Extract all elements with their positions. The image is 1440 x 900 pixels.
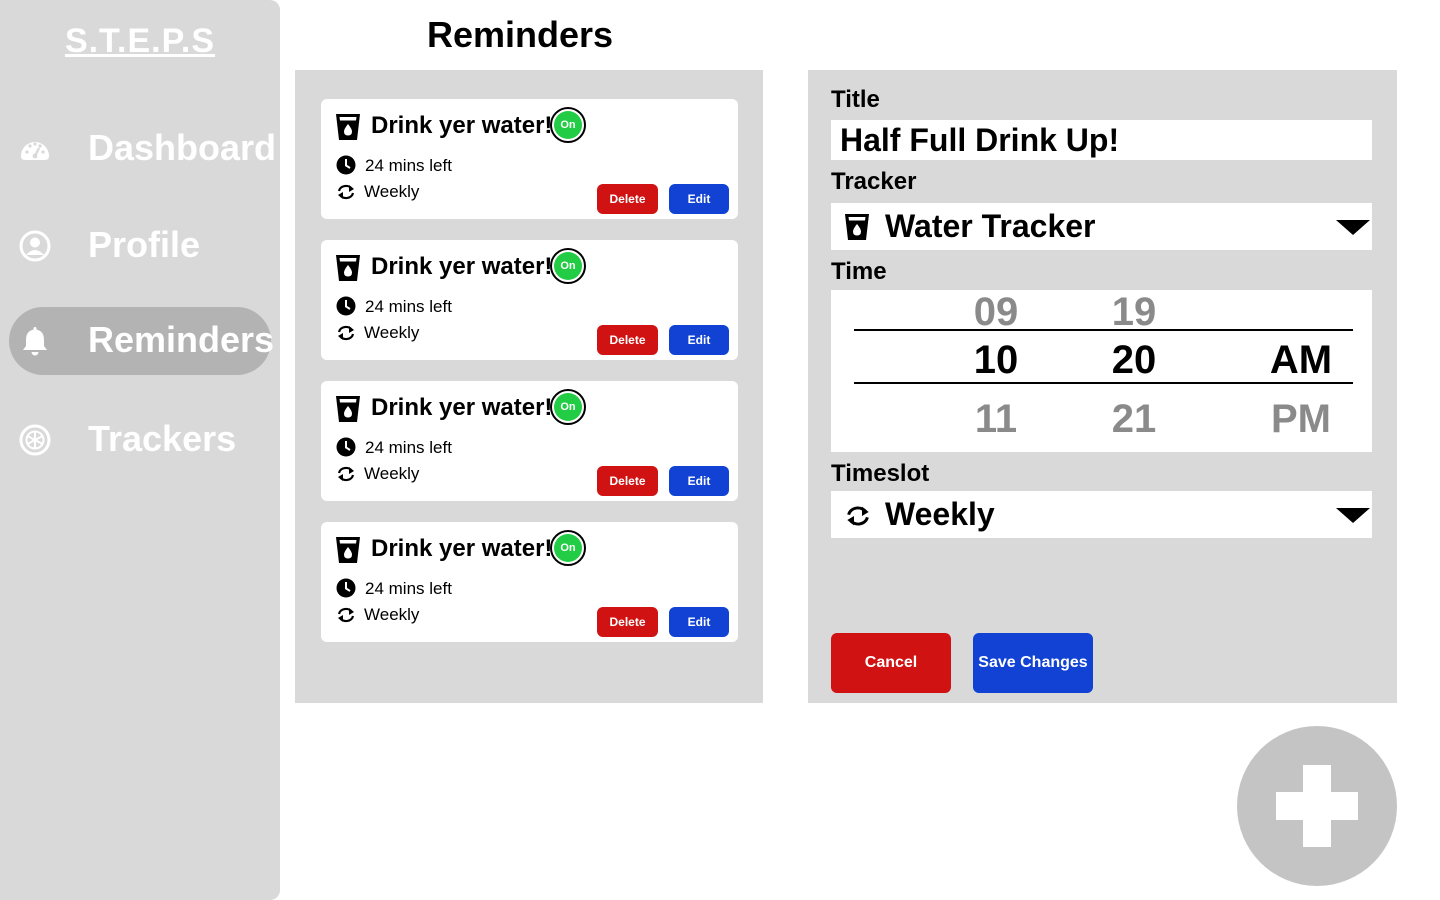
chevron-down-icon[interactable] [1336, 508, 1370, 523]
sidebar-item-label: Dashboard [88, 127, 277, 168]
tracker-select-value: Water Tracker [885, 208, 1096, 244]
save-changes-button[interactable]: Save Changes [973, 633, 1093, 693]
time-picker[interactable]: 09 19 10 20 AM 11 21 PM [831, 290, 1372, 452]
reminder-frequency: Weekly [364, 182, 420, 201]
plus-icon [1276, 765, 1358, 847]
edit-button[interactable]: Edit [669, 466, 729, 496]
period-next[interactable]: PM [1256, 397, 1346, 442]
title-label: Title [831, 86, 880, 113]
minute-selected[interactable]: 20 [1089, 338, 1179, 383]
timeslot-label: Timeslot [831, 460, 930, 487]
reminder-time-left: 24 mins left [365, 156, 452, 175]
toggle-label: On [554, 534, 582, 562]
delete-button[interactable]: Delete [597, 184, 658, 214]
toggle-label: On [554, 393, 582, 421]
reminder-time-left: 24 mins left [365, 579, 452, 598]
add-reminder-button[interactable] [1237, 726, 1397, 886]
cancel-button[interactable]: Cancel [831, 633, 951, 693]
edit-reminder-form: Title Half Full Drink Up! Tracker Water … [808, 70, 1397, 703]
delete-button[interactable]: Delete [597, 325, 658, 355]
delete-button[interactable]: Delete [597, 607, 658, 637]
title-input[interactable]: Half Full Drink Up! [831, 120, 1372, 160]
reminder-card[interactable]: Drink yer water! On 24 mins left Weekly … [321, 381, 738, 501]
reminder-toggle[interactable]: On [550, 530, 586, 566]
reminder-list: Drink yer water! On 24 mins left Weekly … [295, 70, 763, 703]
reminder-card[interactable]: Drink yer water! On 24 mins left Weekly … [321, 99, 738, 219]
reminder-card[interactable]: Drink yer water! On 24 mins left Weekly … [321, 240, 738, 360]
time-label: Time [831, 258, 887, 285]
repeat-icon [337, 607, 355, 623]
clock-icon [336, 155, 356, 175]
profile-user-icon [19, 230, 51, 262]
sidebar-item-label: Reminders [88, 319, 275, 360]
reminder-toggle[interactable]: On [550, 389, 586, 425]
water-cup-icon [336, 114, 360, 140]
clock-icon [336, 437, 356, 457]
edit-button[interactable]: Edit [669, 184, 729, 214]
water-cup-icon [845, 214, 869, 240]
delete-button[interactable]: Delete [597, 466, 658, 496]
reminder-frequency: Weekly [364, 464, 420, 483]
reminder-time-left: 24 mins left [365, 438, 452, 457]
trackers-aperture-icon [19, 424, 51, 456]
reminder-title: Drink yer water! [371, 253, 553, 280]
reminder-frequency: Weekly [364, 323, 420, 342]
sidebar-item-reminders[interactable]: Reminders [9, 307, 275, 375]
reminder-title: Drink yer water! [371, 394, 553, 421]
edit-button[interactable]: Edit [669, 607, 729, 637]
picker-divider [854, 329, 1353, 331]
sidebar-item-label: Profile [88, 224, 201, 265]
hour-selected[interactable]: 10 [951, 338, 1041, 383]
sidebar-item-trackers[interactable]: Trackers [9, 406, 271, 474]
bell-icon [23, 327, 47, 356]
app-logo[interactable]: S.T.E.P.S [0, 22, 280, 61]
reminder-card[interactable]: Drink yer water! On 24 mins left Weekly … [321, 522, 738, 642]
picker-divider [854, 382, 1353, 384]
period-selected[interactable]: AM [1256, 338, 1346, 383]
repeat-icon [847, 506, 869, 526]
toggle-label: On [554, 111, 582, 139]
repeat-icon [337, 466, 355, 482]
sidebar-item-label: Trackers [88, 418, 237, 459]
edit-button[interactable]: Edit [669, 325, 729, 355]
tracker-select[interactable]: Water Tracker [831, 203, 1372, 250]
water-cup-icon [336, 396, 360, 422]
repeat-icon [337, 325, 355, 341]
title-input-value: Half Full Drink Up! [840, 122, 1120, 158]
sidebar-item-profile[interactable]: Profile [9, 212, 271, 280]
reminder-toggle[interactable]: On [550, 107, 586, 143]
toggle-label: On [554, 252, 582, 280]
sidebar: S.T.E.P.S Dashboard Profile Reminders Tr… [0, 0, 280, 900]
clock-icon [336, 296, 356, 316]
tracker-label: Tracker [831, 168, 917, 195]
minute-next[interactable]: 21 [1089, 397, 1179, 442]
water-cup-icon [336, 537, 360, 563]
timeslot-select-value: Weekly [885, 496, 995, 532]
reminder-time-left: 24 mins left [365, 297, 452, 316]
clock-icon [336, 578, 356, 598]
repeat-icon [337, 184, 355, 200]
page-title: Reminders [427, 14, 614, 55]
sidebar-item-dashboard[interactable]: Dashboard [9, 115, 276, 183]
reminder-title: Drink yer water! [371, 535, 553, 562]
reminder-frequency: Weekly [364, 605, 420, 624]
chevron-down-icon[interactable] [1336, 220, 1370, 235]
hour-next[interactable]: 11 [951, 397, 1041, 442]
reminder-toggle[interactable]: On [550, 248, 586, 284]
timeslot-select[interactable]: Weekly [831, 491, 1372, 538]
water-cup-icon [336, 255, 360, 281]
reminder-title: Drink yer water! [371, 112, 553, 139]
dashboard-gauge-icon [21, 142, 49, 160]
